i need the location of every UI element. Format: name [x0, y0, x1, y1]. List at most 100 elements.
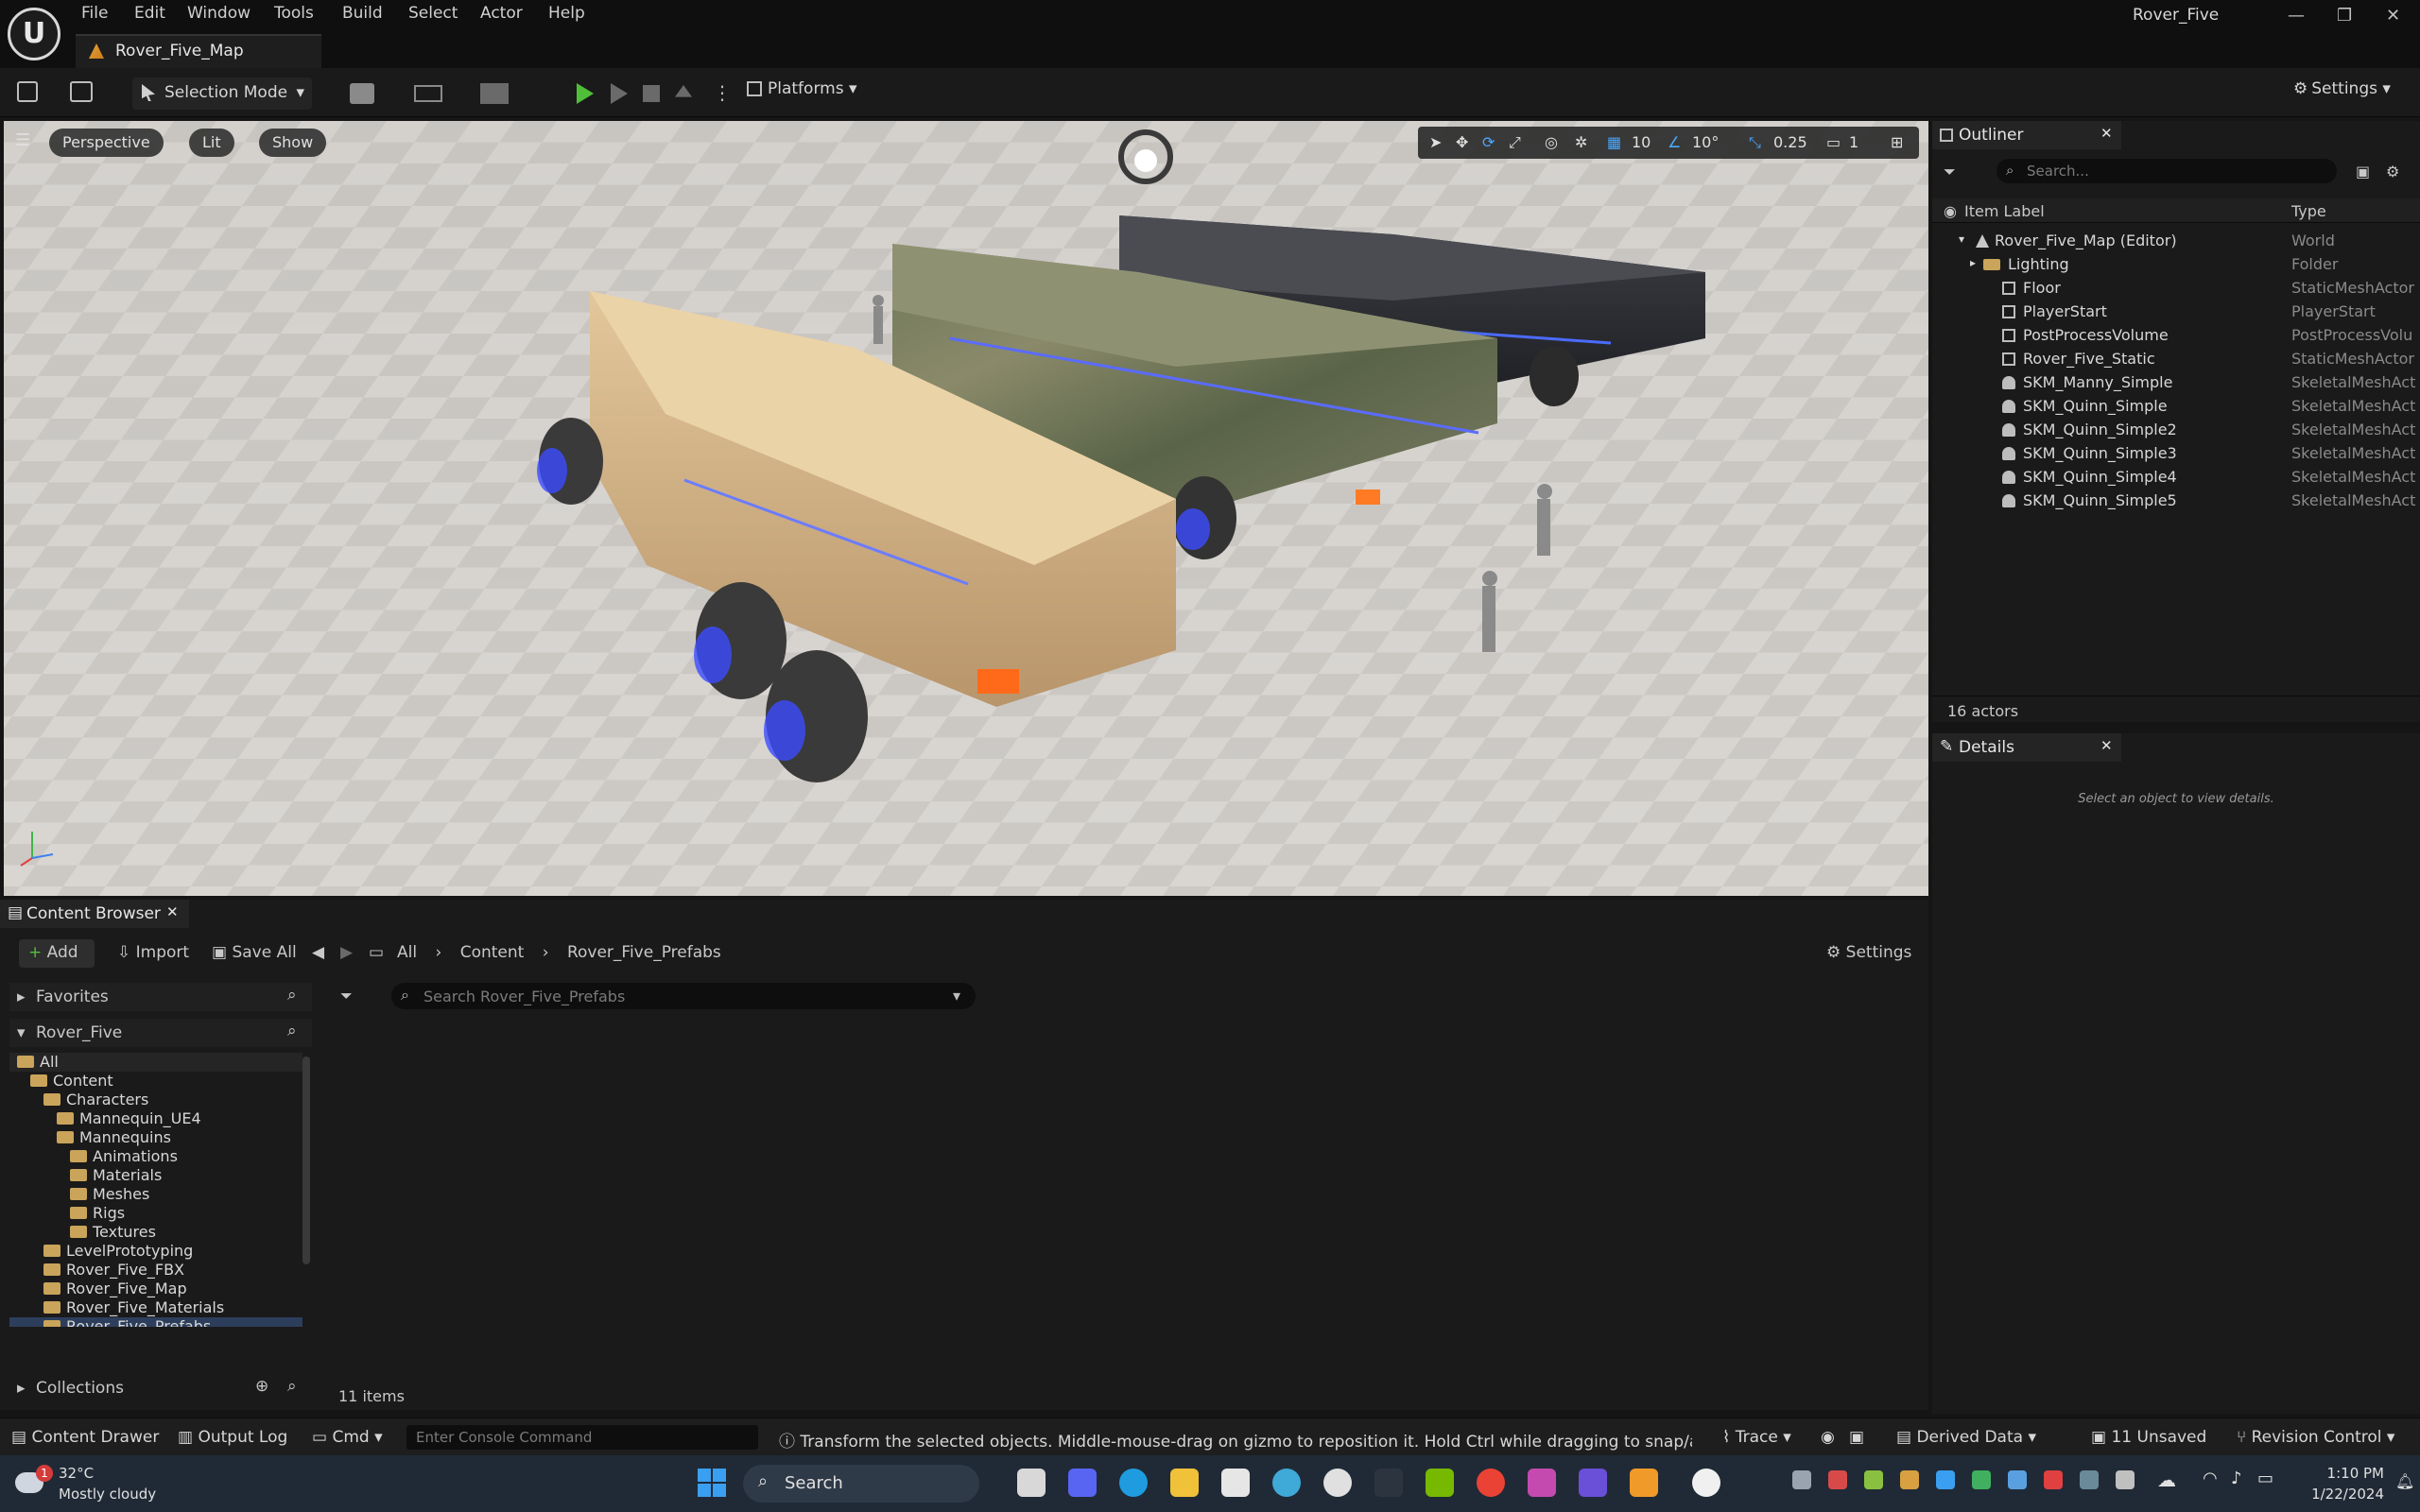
folder-tree-item[interactable]: LevelPrototyping — [9, 1242, 302, 1261]
folder-tree-item[interactable]: Mannequin_UE4 — [9, 1109, 302, 1128]
favorites-section[interactable]: ▸ Favorites ⌕ — [9, 983, 312, 1011]
outliner-row[interactable]: PostProcessVolume PostProcessVolu — [1932, 323, 2420, 347]
onedrive-icon[interactable]: ☁ — [2157, 1469, 2176, 1491]
outliner-row[interactable]: SKM_Manny_Simple SkeletalMeshAct — [1932, 370, 2420, 394]
breadcrumb-content[interactable]: Content — [460, 943, 525, 962]
store-icon[interactable] — [1221, 1469, 1250, 1497]
folder-tree-item[interactable]: Meshes — [9, 1185, 302, 1204]
content-drawer-button[interactable]: ▤ Content Drawer — [11, 1428, 159, 1447]
filter-icon[interactable]: ⏷ — [1944, 163, 1956, 181]
perspective-button[interactable]: Perspective — [49, 129, 164, 157]
camera-speed-value[interactable]: 1 — [1849, 133, 1858, 151]
folder-tree-item[interactable]: All — [9, 1053, 302, 1072]
search-icon[interactable]: ⌕ — [287, 986, 297, 1005]
blueprint-icon[interactable] — [414, 85, 442, 102]
file-explorer-icon[interactable] — [1170, 1469, 1199, 1497]
output-log-button[interactable]: ▥ Output Log — [178, 1428, 287, 1447]
breadcrumb-all[interactable]: All — [397, 943, 417, 962]
outliner-row-root[interactable]: ▾ Rover_Five_Map (Editor) World — [1932, 229, 2420, 252]
rotation-snap-icon[interactable]: ∠ — [1668, 133, 1681, 151]
eject-icon[interactable] — [675, 85, 692, 97]
folder-tree-item[interactable]: Content — [9, 1072, 302, 1091]
app-icon[interactable] — [1528, 1469, 1556, 1497]
tray-app-icon[interactable] — [2116, 1470, 2135, 1489]
browser-icon[interactable] — [1272, 1469, 1301, 1497]
record-icon[interactable]: ◉ — [1821, 1428, 1835, 1447]
clock-time[interactable]: 1:10 PM — [2308, 1465, 2384, 1482]
menu-help[interactable]: Help — [548, 4, 585, 23]
rotate-tool-icon[interactable]: ⟳ — [1482, 133, 1495, 151]
folder-tree-item[interactable]: Rover_Five_Materials — [9, 1298, 302, 1317]
windows-start-icon[interactable] — [698, 1469, 726, 1497]
menu-select[interactable]: Select — [408, 4, 458, 23]
minimize-icon[interactable]: — — [2288, 6, 2305, 26]
selection-mode-dropdown[interactable]: Selection Mode ▾ — [132, 77, 312, 110]
sublime-icon[interactable] — [1630, 1469, 1658, 1497]
outliner-row[interactable]: SKM_Quinn_Simple2 SkeletalMeshAct — [1932, 418, 2420, 441]
clock-date[interactable]: 1/22/2024 — [2293, 1486, 2384, 1503]
task-view-icon[interactable] — [1017, 1469, 1046, 1497]
outliner-tab[interactable]: Outliner ✕ — [1932, 121, 2121, 149]
console-input[interactable]: Enter Console Command — [406, 1425, 758, 1450]
add-folder-icon[interactable]: ▣ — [2356, 163, 2370, 180]
chevron-right-icon[interactable]: ▸ — [1970, 256, 1976, 269]
clipchamp-icon[interactable] — [1579, 1469, 1607, 1497]
folder-tree-item[interactable]: Textures — [9, 1223, 302, 1242]
viewport-menu-icon[interactable]: ☰ — [15, 130, 30, 150]
outliner-row[interactable]: SKM_Quinn_Simple5 SkeletalMeshAct — [1932, 489, 2420, 512]
project-section[interactable]: ▾ Rover_Five ⌕ — [9, 1019, 312, 1047]
level-viewport[interactable]: ★Rover_Five_ Cockpit_ CamouflageStatic M… — [4, 121, 1928, 896]
type-column[interactable]: Type — [2291, 202, 2326, 220]
save-all-button[interactable]: ▣ Save All — [212, 943, 297, 962]
level-tab[interactable]: Rover_Five_Map — [76, 34, 321, 68]
close-window-icon[interactable]: ✕ — [2386, 6, 2400, 26]
unsaved-button[interactable]: ▣ 11 Unsaved — [2091, 1428, 2206, 1447]
outliner-row[interactable]: Rover_Five_Static StaticMeshActor — [1932, 347, 2420, 370]
save-icon[interactable] — [17, 81, 38, 102]
tray-app-icon[interactable] — [1864, 1470, 1883, 1489]
filter-icon[interactable]: ⏷ — [340, 987, 353, 1005]
content-browser-tab[interactable]: ▤ Content Browser ✕ — [0, 900, 189, 928]
step-icon[interactable] — [611, 83, 628, 104]
discord-icon[interactable] — [1068, 1469, 1097, 1497]
tray-app-icon[interactable] — [2044, 1470, 2063, 1489]
visibility-icon[interactable]: ◉ — [1944, 202, 1957, 220]
xbox-tray-icon[interactable] — [1792, 1470, 1811, 1489]
close-outliner-icon[interactable]: ✕ — [2100, 125, 2113, 142]
folder-tree-item[interactable]: Rover_Five_FBX — [9, 1261, 302, 1280]
outliner-row[interactable]: Floor StaticMeshActor — [1932, 276, 2420, 300]
import-button[interactable]: ⇩ Import — [117, 943, 189, 962]
outliner-row[interactable]: ▸ Lighting Folder — [1932, 252, 2420, 276]
chevron-down-icon[interactable]: ▾ — [953, 987, 960, 1005]
content-icon[interactable] — [70, 81, 93, 102]
stop-icon[interactable] — [643, 85, 660, 102]
grid-snap-icon[interactable]: ▦ — [1607, 133, 1621, 151]
chevron-down-icon[interactable]: ▾ — [1959, 232, 1964, 246]
revision-control-dropdown[interactable]: ⑂ Revision Control ▾ — [2237, 1428, 2394, 1447]
snapshot-icon[interactable]: ▣ — [1849, 1428, 1864, 1447]
unreal-taskbar-icon[interactable] — [1692, 1469, 1720, 1497]
search-icon[interactable]: ⌕ — [287, 1022, 297, 1040]
folder-tree-item[interactable]: Rover_Five_Map — [9, 1280, 302, 1298]
outliner-settings-icon[interactable]: ⚙ — [2386, 163, 2399, 180]
move-tool-icon[interactable]: ✥ — [1456, 133, 1468, 151]
restore-icon[interactable]: ❐ — [2337, 6, 2352, 26]
close-details-icon[interactable]: ✕ — [2100, 737, 2113, 754]
folder-tree-item[interactable]: Animations — [9, 1147, 302, 1166]
menu-edit[interactable]: Edit — [134, 4, 165, 23]
tray-app-icon[interactable] — [2008, 1470, 2027, 1489]
menu-actor[interactable]: Actor — [480, 4, 523, 23]
tray-app-icon[interactable] — [1828, 1470, 1847, 1489]
details-tab[interactable]: ✎ Details ✕ — [1932, 733, 2121, 762]
lit-button[interactable]: Lit — [189, 129, 234, 157]
collections-section[interactable]: ▸ Collections ⊕ ⌕ — [9, 1374, 312, 1402]
folder-tree-item[interactable]: Mannequins — [9, 1128, 302, 1147]
folder-tree-item[interactable]: Rigs — [9, 1204, 302, 1223]
play-icon[interactable] — [577, 83, 594, 104]
nvidia-icon[interactable] — [1426, 1469, 1454, 1497]
taskbar-search[interactable]: ⌕ Search — [743, 1465, 979, 1503]
content-settings-button[interactable]: ⚙ Settings — [1826, 943, 1911, 962]
add-button[interactable]: + Add — [19, 939, 95, 968]
camera-speed-icon[interactable]: ▭ — [1826, 133, 1841, 151]
tray-app-icon[interactable] — [1936, 1470, 1955, 1489]
